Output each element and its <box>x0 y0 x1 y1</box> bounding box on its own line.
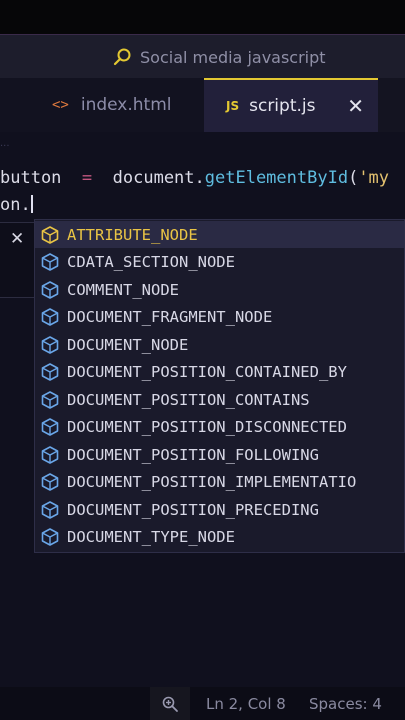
js-file-icon: JS <box>226 99 240 113</box>
field-cube-icon <box>41 253 59 271</box>
suggestion-label: DOCUMENT_POSITION_DISCONNECTED <box>67 418 347 436</box>
line-text: on. <box>0 195 31 215</box>
field-cube-icon <box>41 308 59 326</box>
tab-label: index.html <box>80 95 172 115</box>
title-bar: Social media javascript <box>0 34 405 79</box>
field-cube-icon <box>41 335 59 354</box>
breadcrumb-dots: ... <box>0 138 10 149</box>
field-cube-icon <box>41 363 59 381</box>
suggestion-item[interactable]: DOCUMENT_POSITION_CONTAINED_BY <box>35 359 404 386</box>
field-cube-icon <box>41 473 59 491</box>
suggestion-label: DOCUMENT_POSITION_FOLLOWING <box>67 445 319 464</box>
suggestion-label: DOCUMENT_FRAGMENT_NODE <box>67 308 273 326</box>
suggestion-item[interactable]: DOCUMENT_TYPE_NODE <box>35 524 404 551</box>
field-cube-icon <box>41 445 59 464</box>
code-line-1: button = document.getElementById('my <box>0 168 389 188</box>
function-name: getElementById <box>204 168 349 188</box>
close-icon[interactable]: ✕ <box>10 229 24 249</box>
suggestion-label: COMMENT_NODE <box>67 280 179 299</box>
suggestion-label: CDATA_SECTION_NODE <box>67 253 235 271</box>
suggestion-item[interactable]: DOCUMENT_POSITION_IMPLEMENTATIO <box>35 469 404 496</box>
suggestion-label: DOCUMENT_TYPE_NODE <box>67 528 235 546</box>
search-label: Social media javascript <box>140 47 326 67</box>
suggestion-item[interactable]: CDATA_SECTION_NODE <box>35 249 404 276</box>
status-bar: Ln 2, Col 8 Spaces: 4 <box>0 687 405 720</box>
suggestion-label: ATTRIBUTE_NODE <box>67 225 198 244</box>
open-paren: ( <box>348 168 359 188</box>
suggestion-label: DOCUMENT_POSITION_PRECEDING <box>67 500 319 519</box>
field-cube-icon <box>41 500 59 519</box>
suggestion-item[interactable]: ATTRIBUTE_NODE <box>35 221 404 248</box>
suggestion-label: DOCUMENT_POSITION_CONTAINED_BY <box>67 363 347 381</box>
suggestion-label: DOCUMENT_NODE <box>67 335 189 354</box>
tab-label: script.js <box>249 96 316 116</box>
widget-side-panel: ✕ <box>0 222 34 298</box>
tab-script-js[interactable]: JS script.js ✕ <box>204 78 378 132</box>
close-icon[interactable]: ✕ <box>347 94 364 118</box>
zoom-button[interactable] <box>150 687 190 720</box>
suggestion-item[interactable]: DOCUMENT_POSITION_CONTAINS <box>35 386 404 413</box>
cursor-position[interactable]: Ln 2, Col 8 <box>206 695 286 713</box>
suggestion-item[interactable]: DOCUMENT_POSITION_PRECEDING <box>35 496 404 523</box>
field-cube-icon <box>41 418 59 436</box>
field-cube-icon <box>41 528 59 546</box>
suggestion-label: DOCUMENT_POSITION_CONTAINS <box>67 390 310 409</box>
text-cursor <box>30 195 33 213</box>
code-line-2: on. <box>0 195 33 215</box>
indent-spaces[interactable]: Spaces: 4 <box>309 695 382 713</box>
search-icon <box>113 48 131 66</box>
assign-operator: = <box>81 168 93 188</box>
tab-index-html[interactable]: <> index.html <box>0 78 204 132</box>
object-name: document. <box>112 168 205 188</box>
string-literal: 'my <box>358 168 390 188</box>
suggestion-label: DOCUMENT_POSITION_IMPLEMENTATIO <box>67 473 357 491</box>
suggestion-widget: ATTRIBUTE_NODE CDATA_SECTION_NODE COMMENT_… <box>34 219 405 553</box>
suggestion-item[interactable]: DOCUMENT_FRAGMENT_NODE <box>35 304 404 331</box>
field-cube-icon <box>41 280 59 299</box>
command-center-search[interactable]: Social media javascript <box>112 43 405 71</box>
code-brackets-icon: <> <box>52 97 69 113</box>
zoom-icon <box>162 696 178 712</box>
suggestion-item[interactable]: COMMENT_NODE <box>35 276 404 303</box>
field-cube-icon <box>41 390 59 409</box>
suggestion-item[interactable]: DOCUMENT_NODE <box>35 331 404 358</box>
suggestion-item[interactable]: DOCUMENT_POSITION_FOLLOWING <box>35 441 404 468</box>
field-cube-icon <box>41 225 59 244</box>
top-strip <box>0 0 405 34</box>
suggestion-item[interactable]: DOCUMENT_POSITION_DISCONNECTED <box>35 414 404 441</box>
tab-bar: <> index.html JS script.js ✕ <box>0 78 405 132</box>
variable-name: button <box>0 168 62 188</box>
